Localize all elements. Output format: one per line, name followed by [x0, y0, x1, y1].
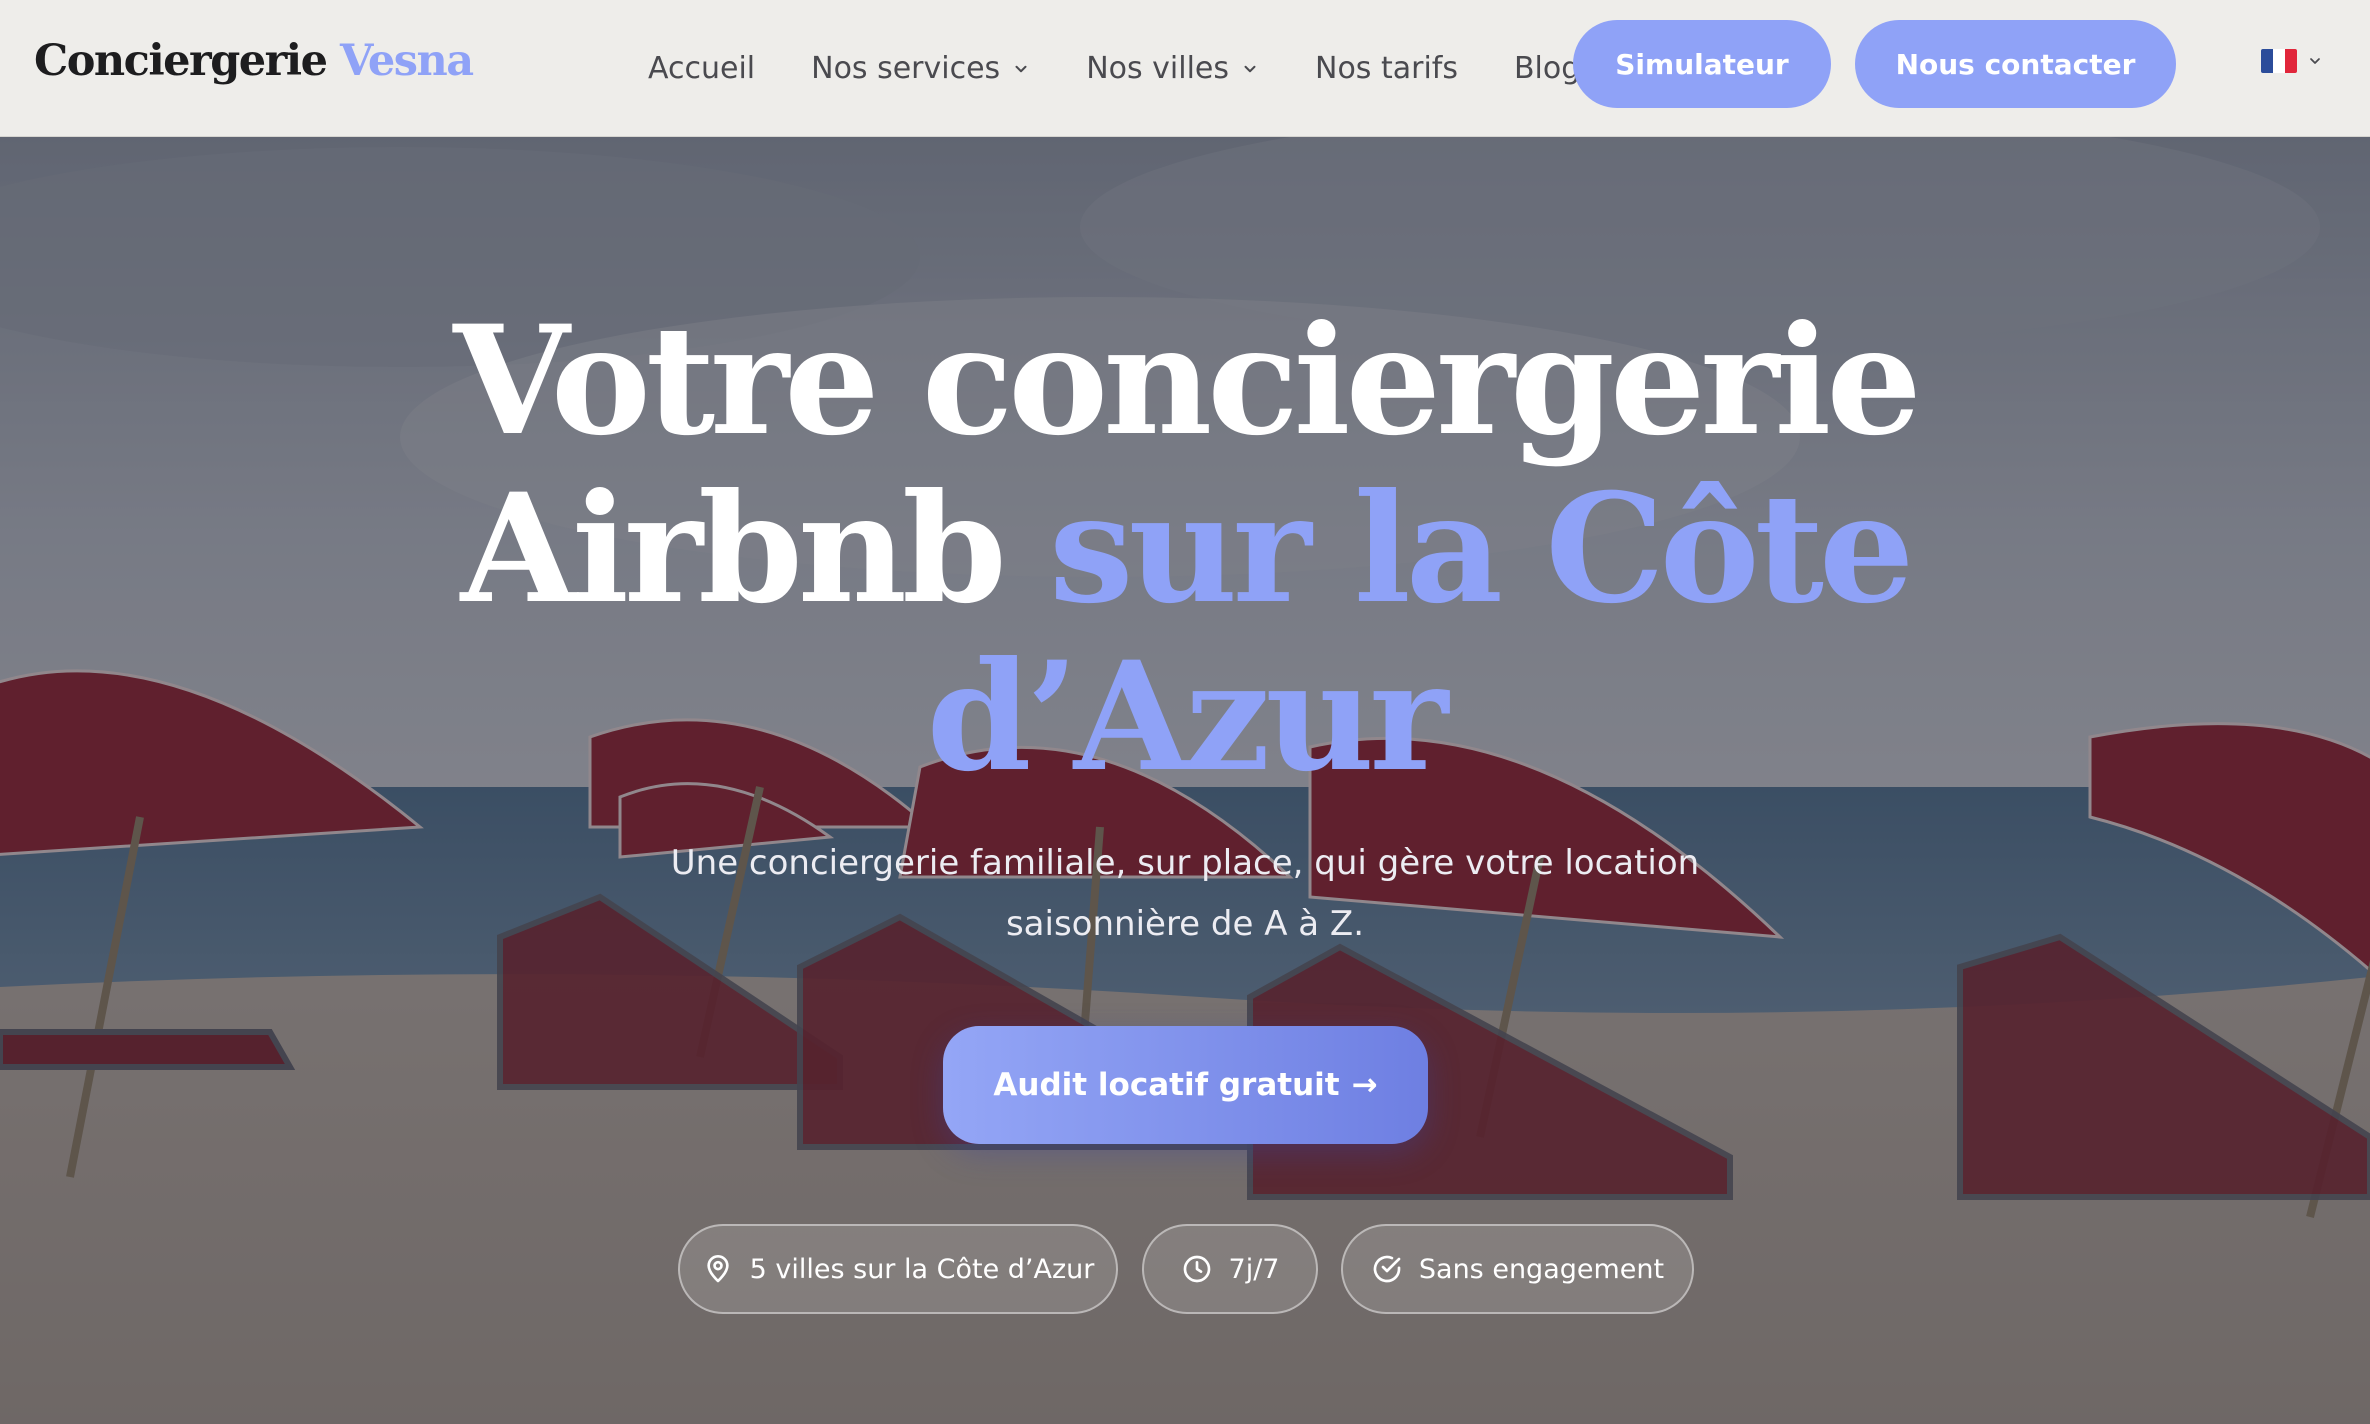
cta-label: Audit locatif gratuit [993, 1067, 1340, 1103]
hero-badges: 5 villes sur la Côte d’Azur 7j/7 Sans en… [0, 1224, 2370, 1314]
map-pin-icon [706, 1255, 729, 1283]
navbar: Conciergerie Vesna Accueil Nos services … [0, 0, 2370, 137]
headline-line-2-plain: Airbnb [460, 461, 1007, 637]
headline-line-1: Votre conciergerie [453, 293, 1922, 469]
nav-item-tarifs[interactable]: Nos tarifs [1315, 51, 1458, 86]
nav-item-label: Blog [1513, 51, 1581, 86]
hero-section: Votre conciergerie Airbnb sur la Côte d’… [0, 137, 2370, 1424]
nav-item-villes[interactable]: Nos villes [1086, 51, 1259, 86]
chevron-down-icon [1244, 65, 1256, 72]
chevron-down-icon [2310, 58, 2320, 64]
hero-headline: Votre conciergerie Airbnb sur la Côte d’… [385, 297, 1985, 801]
headline-line-3-accent: d’Azur [926, 629, 1449, 805]
badge-label: 7j/7 [1228, 1253, 1280, 1285]
badge-availability: 7j/7 [1142, 1224, 1318, 1314]
contact-button[interactable]: Nous contacter [1855, 20, 2176, 108]
clock-icon [1183, 1255, 1210, 1283]
audit-cta-button[interactable]: Audit locatif gratuit → [943, 1026, 1428, 1144]
badge-label: Sans engagement [1418, 1253, 1665, 1285]
nav-item-label: Nos villes [1086, 51, 1229, 86]
nav-item-accueil[interactable]: Accueil [648, 51, 755, 86]
main-nav: Accueil Nos services Nos villes Nos tari… [648, 0, 1636, 137]
chevron-down-icon [1015, 65, 1027, 72]
logo[interactable]: Conciergerie Vesna [34, 36, 474, 86]
nav-item-label: Accueil [648, 51, 756, 86]
fr-flag-icon [2261, 49, 2297, 73]
check-circle-icon [1373, 1255, 1401, 1283]
arrow-right-icon: → [1351, 1067, 1378, 1103]
badge-label: 5 villes sur la Côte d’Azur [749, 1253, 1095, 1285]
simulator-button[interactable]: Simulateur [1573, 20, 1831, 108]
nav-item-blog[interactable]: Blog [1514, 51, 1580, 86]
badge-no-commitment: Sans engagement [1341, 1224, 1694, 1314]
language-selector[interactable] [2261, 49, 2323, 73]
headline-line-2-accent: sur la Côte [1049, 461, 1914, 637]
badge-cities: 5 villes sur la Côte d’Azur [678, 1224, 1118, 1314]
nav-item-label: Nos tarifs [1315, 51, 1458, 86]
nav-item-services[interactable]: Nos services [811, 51, 1030, 86]
logo-accent-text: Vesna [339, 36, 474, 86]
hero-subtitle: Une conciergerie familiale, sur place, q… [670, 843, 1700, 944]
logo-main-text: Conciergerie [34, 36, 328, 86]
nav-item-label: Nos services [811, 51, 1001, 86]
